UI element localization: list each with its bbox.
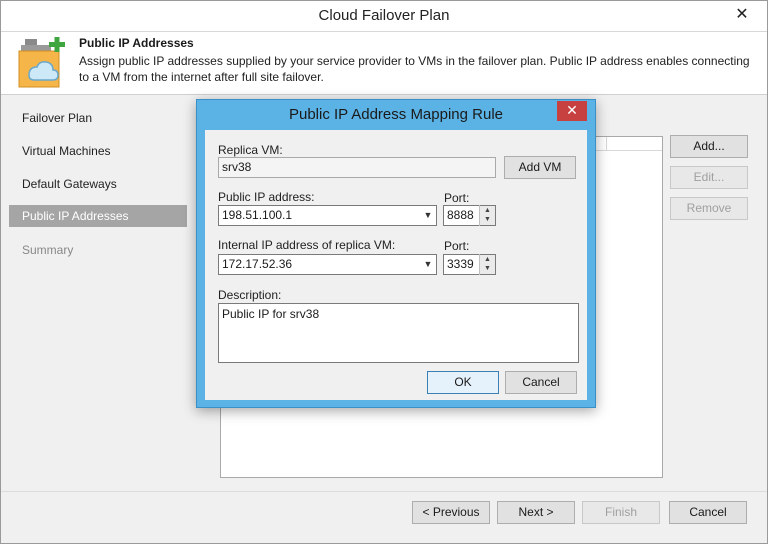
header-title: Public IP Addresses bbox=[79, 36, 194, 50]
ok-button[interactable]: OK bbox=[427, 371, 499, 394]
description-label: Description: bbox=[218, 288, 282, 302]
dialog-cancel-button[interactable]: Cancel bbox=[505, 371, 577, 394]
public-port-label: Port: bbox=[444, 191, 470, 205]
internal-ip-dropdown[interactable]: 172.17.52.36 bbox=[218, 254, 437, 275]
add-vm-button[interactable]: Add VM bbox=[504, 156, 576, 179]
remove-rule-button[interactable]: Remove bbox=[670, 197, 748, 220]
finish-button[interactable]: Finish bbox=[582, 501, 660, 524]
dialog-title: Public IP Address Mapping Rule bbox=[288, 106, 503, 123]
window-title: Cloud Failover Plan bbox=[318, 7, 450, 24]
description-textarea[interactable]: Public IP for srv38 bbox=[218, 303, 579, 363]
chevron-down-icon[interactable]: ▼ bbox=[422, 206, 434, 225]
title-bar: Cloud Failover Plan ✕ bbox=[1, 1, 767, 31]
nav-item-failover-plan[interactable]: Failover Plan bbox=[9, 107, 187, 129]
public-ip-label: Public IP address: bbox=[218, 190, 315, 204]
edit-rule-button[interactable]: Edit... bbox=[670, 166, 748, 189]
replica-vm-label: Replica VM: bbox=[218, 143, 283, 157]
nav-item-default-gateways[interactable]: Default Gateways bbox=[9, 173, 187, 195]
nav-item-summary[interactable]: Summary bbox=[9, 239, 187, 261]
header-description: Assign public IP addresses supplied by y… bbox=[79, 54, 750, 84]
dialog-body: Replica VM: srv38 Add VM Public IP addre… bbox=[205, 130, 587, 400]
internal-port-value: 3339 bbox=[447, 257, 474, 271]
nav-item-virtual-machines[interactable]: Virtual Machines bbox=[9, 140, 187, 162]
dialog-close-button[interactable]: ✕ bbox=[557, 101, 587, 121]
previous-button[interactable]: < Previous bbox=[412, 501, 490, 524]
column-divider[interactable] bbox=[606, 137, 607, 151]
footer-divider bbox=[1, 491, 767, 492]
next-button[interactable]: Next > bbox=[497, 501, 575, 524]
internal-port-spinner: ▲ ▼ bbox=[479, 254, 495, 275]
replica-vm-field[interactable]: srv38 bbox=[218, 157, 496, 178]
spin-down-icon[interactable]: ▼ bbox=[480, 215, 495, 225]
public-ip-value: 198.51.100.1 bbox=[222, 208, 293, 222]
chevron-down-icon[interactable]: ▼ bbox=[422, 255, 434, 274]
public-port-spinner: ▲ ▼ bbox=[479, 205, 495, 226]
window-close-button[interactable]: ✕ bbox=[724, 4, 760, 26]
internal-ip-value: 172.17.52.36 bbox=[222, 257, 293, 271]
public-port-value: 8888 bbox=[447, 208, 474, 222]
mapping-rule-dialog: Public IP Address Mapping Rule ✕ Replica… bbox=[196, 99, 596, 408]
public-ip-dropdown[interactable]: 198.51.100.1 bbox=[218, 205, 437, 226]
internal-port-label: Port: bbox=[444, 239, 470, 253]
add-rule-button[interactable]: Add... bbox=[670, 135, 748, 158]
cancel-button[interactable]: Cancel bbox=[669, 501, 747, 524]
cloud-plus-icon bbox=[17, 37, 67, 89]
nav-item-public-ip-addresses[interactable]: Public IP Addresses bbox=[9, 205, 187, 227]
internal-ip-label: Internal IP address of replica VM: bbox=[218, 238, 396, 252]
spin-down-icon[interactable]: ▼ bbox=[480, 264, 495, 274]
